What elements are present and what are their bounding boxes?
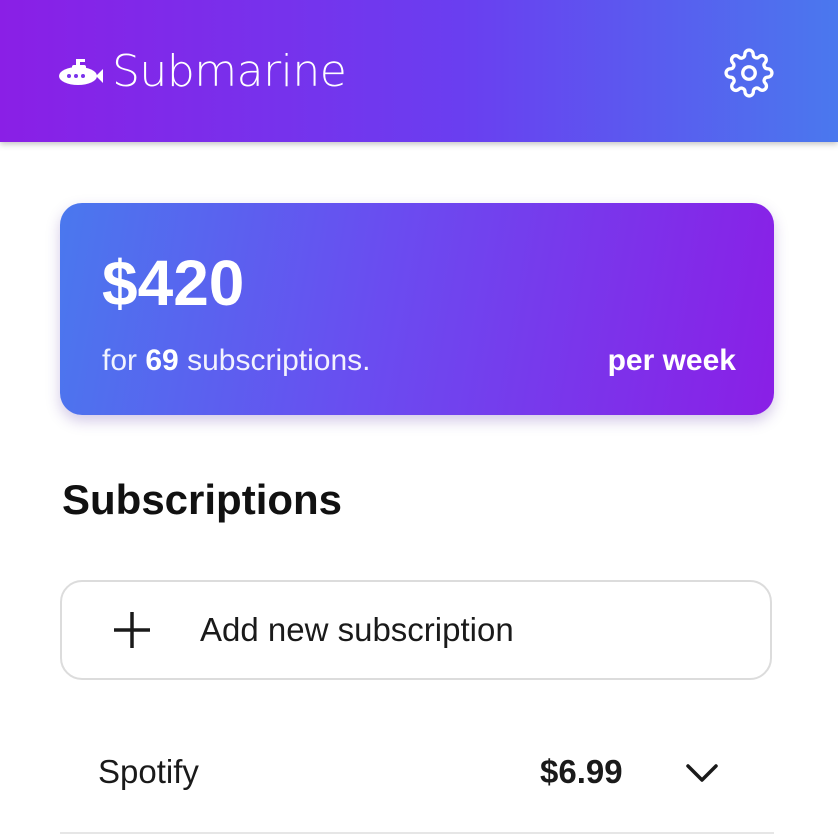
app-header: Submarine	[0, 0, 838, 142]
plus-icon	[114, 612, 150, 648]
row-divider	[60, 832, 774, 834]
chevron-down-icon[interactable]	[682, 756, 722, 790]
period-toggle[interactable]: per week	[608, 341, 736, 381]
submarine-icon	[59, 59, 103, 85]
spending-summary-card: $420 for 69 subscriptions. per week	[60, 203, 774, 415]
count-suffix: subscriptions.	[187, 344, 371, 377]
app-title: Submarine	[112, 46, 347, 97]
brand: Submarine	[56, 44, 347, 100]
gear-icon	[724, 48, 774, 98]
total-amount: $420	[102, 247, 245, 319]
subscription-count: 69	[145, 344, 179, 377]
subscription-count-text: for 69 subscriptions.	[102, 341, 371, 381]
subscription-price: $6.99	[540, 753, 623, 790]
count-prefix: for	[102, 344, 138, 377]
subscription-row[interactable]: Spotify $6.99	[60, 726, 774, 822]
settings-button[interactable]	[722, 46, 776, 100]
section-title: Subscriptions	[62, 476, 343, 523]
add-subscription-label: Add new subscription	[200, 611, 514, 648]
subscription-name: Spotify	[98, 753, 199, 790]
add-subscription-button[interactable]: Add new subscription	[60, 580, 772, 680]
